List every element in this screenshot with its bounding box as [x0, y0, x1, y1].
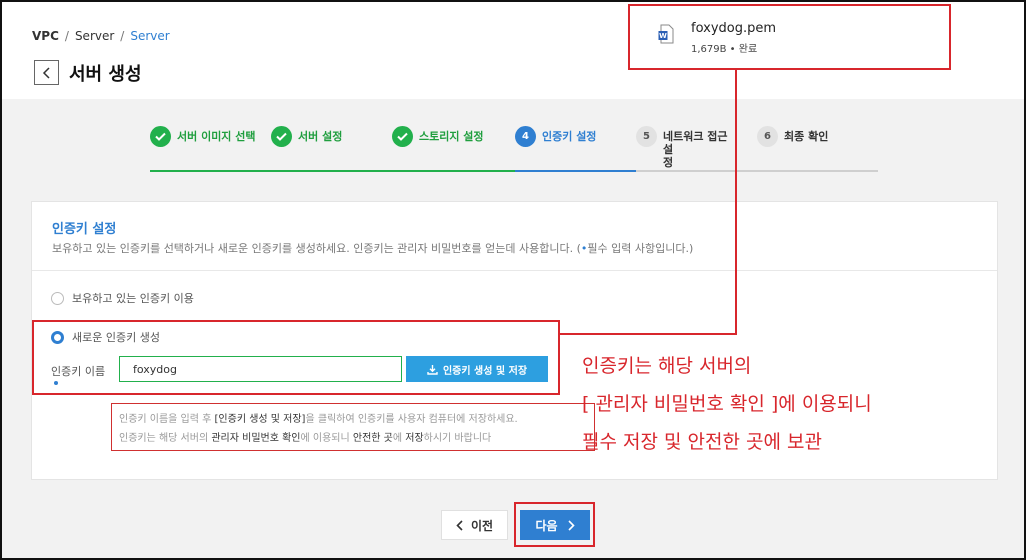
note-text: 인증키 이름을 입력 후 [119, 414, 215, 425]
radio-label: 보유하고 있는 인증키 이용 [72, 292, 194, 305]
back-button[interactable] [34, 60, 59, 85]
chevron-left-icon [456, 519, 463, 531]
svg-text:W: W [659, 32, 667, 40]
progress-line-active [515, 170, 636, 172]
annotation-text: 인증키는 해당 서버의 [ 관리자 비밀번호 확인 ]에 이용되니 필수 저장 … [582, 347, 872, 461]
step-server-image[interactable]: 서버 이미지 선택 [150, 126, 256, 147]
description-text: 보유하고 있는 인증키를 선택하거나 새로운 인증키를 생성하세요. 인증키는 … [52, 242, 581, 255]
section-title: 인증키 설정 [52, 222, 117, 237]
next-button[interactable]: 다음 [520, 510, 590, 540]
note-text: 하시기 바랍니다 [423, 433, 492, 444]
breadcrumb-separator: / [64, 29, 69, 43]
breadcrumb-item-vpc[interactable]: VPC [32, 29, 59, 43]
divider [32, 270, 997, 271]
stepper: 서버 이미지 선택 서버 설정 스토리지 설정 4 인증키 설정 5 네트워크 … [150, 126, 878, 172]
note-line-2: 인증키는 해당 서버의 관리자 비밀번호 확인에 이용되니 안전한 곳에 저장하… [119, 429, 587, 448]
step-label: 최종 확인 [784, 130, 829, 143]
page-title: 서버 생성 [69, 64, 142, 85]
download-popup[interactable]: W foxydog.pem 1,679B • 완료 [628, 4, 951, 70]
check-icon [150, 126, 171, 147]
annotation-line: 필수 저장 및 안전한 곳에 보관 [582, 431, 822, 453]
step-network-access[interactable]: 5 네트워크 접근 설 정 [636, 126, 741, 169]
annotation-line: 인증키는 해당 서버의 [582, 355, 752, 377]
highlight-box-new-key [32, 320, 560, 395]
step-number: 4 [515, 126, 536, 147]
chevron-left-icon [42, 66, 50, 79]
section-description: 보유하고 있는 인증키를 선택하거나 새로운 인증키를 생성하세요. 인증키는 … [52, 240, 693, 256]
note-highlight: 저장 [405, 433, 424, 444]
note-highlight: 관리자 비밀번호 확인 [211, 433, 301, 444]
note-text: 에 [392, 433, 406, 444]
note-highlight: 안전한 곳 [352, 433, 393, 444]
chevron-right-icon [567, 519, 575, 531]
step-label: 스토리지 설정 [419, 130, 484, 143]
step-label: 네트워크 접근 설 정 [663, 130, 728, 169]
step-storage-settings[interactable]: 스토리지 설정 [392, 126, 484, 147]
annotation-connector [735, 70, 737, 334]
step-final-confirm[interactable]: 6 최종 확인 [757, 126, 828, 147]
breadcrumb-item-current[interactable]: Server [130, 29, 169, 43]
step-auth-key[interactable]: 4 인증키 설정 [515, 126, 596, 147]
button-label: 이전 [470, 518, 494, 533]
word-document-icon: W [658, 24, 674, 44]
note-text: 인증키는 해당 서버의 [119, 433, 212, 444]
radio-existing-key[interactable]: 보유하고 있는 인증키 이용 [51, 290, 194, 306]
step-label: 서버 이미지 선택 [177, 130, 256, 143]
step-server-settings[interactable]: 서버 설정 [271, 126, 342, 147]
download-status: 1,679B • 완료 [691, 44, 758, 55]
check-icon [271, 126, 292, 147]
downloaded-file-name[interactable]: foxydog.pem [691, 21, 776, 36]
breadcrumb-separator: / [120, 29, 125, 43]
progress-line-todo [636, 170, 878, 172]
key-note-box: 인증키 이름을 입력 후 [인증키 생성 및 저장]을 클릭하여 인증키를 사용… [111, 403, 595, 451]
annotation-connector [558, 333, 737, 335]
radio-unchecked-icon[interactable] [51, 291, 64, 305]
step-number: 5 [636, 126, 657, 147]
step-label: 인증키 설정 [542, 130, 597, 143]
button-label: 다음 [535, 518, 558, 533]
annotation-line: [ 관리자 비밀번호 확인 ]에 이용되니 [582, 393, 872, 415]
breadcrumb-item-server[interactable]: Server [75, 29, 114, 43]
check-icon [392, 126, 413, 147]
note-highlight: [인증키 생성 및 저장] [214, 414, 306, 425]
step-label: 서버 설정 [298, 130, 343, 143]
breadcrumb: VPC / Server / Server [32, 29, 170, 43]
previous-button[interactable]: 이전 [441, 510, 508, 540]
step-number: 6 [757, 126, 778, 147]
note-text: 에 이용되니 [300, 433, 353, 444]
description-text: 필수 입력 사항입니다.) [587, 242, 694, 255]
note-line-1: 인증키 이름을 입력 후 [인증키 생성 및 저장]을 클릭하여 인증키를 사용… [119, 410, 587, 429]
note-text: 을 클릭하여 인증키를 사용자 컴퓨터에 저장하세요. [305, 414, 518, 425]
progress-line-done [150, 170, 515, 172]
